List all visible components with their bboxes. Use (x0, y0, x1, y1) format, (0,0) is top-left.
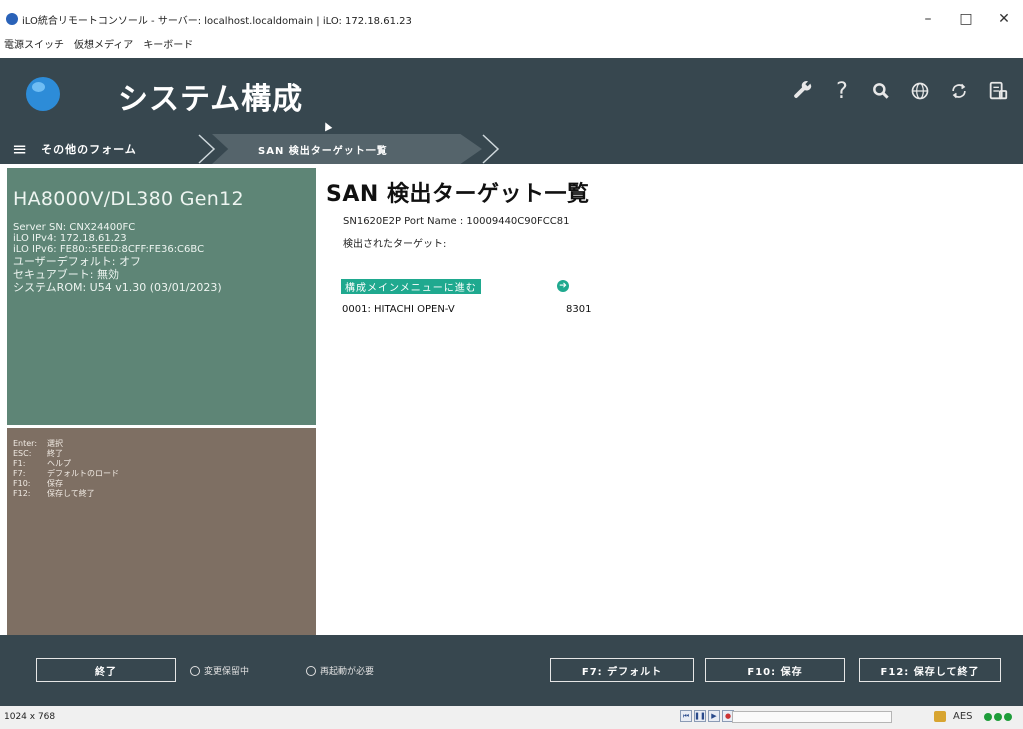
key-name: F10: (13, 479, 31, 488)
breadcrumb-end-chevron-icon (482, 134, 500, 164)
media-controls: ⏮ ❚❚ ▶ ● (680, 710, 734, 722)
mouse-pointer-icon (321, 120, 333, 132)
key-description: 終了 (47, 449, 63, 458)
close-button[interactable]: ✕ (985, 6, 1023, 32)
main-menu-link[interactable]: 構成メインメニューに進む (341, 279, 481, 294)
f7-default-button[interactable]: F7: デフォルト (550, 658, 694, 682)
main-content: SAN 検出ターゲット一覧 SN1620E2P Port Name : 1000… (316, 168, 1023, 635)
status-led-icon (1004, 713, 1012, 721)
help-icon[interactable]: ? (829, 78, 855, 104)
play-icon[interactable]: ▶ (708, 710, 720, 722)
status-leds (984, 713, 1012, 721)
pause-icon[interactable]: ❚❚ (694, 710, 706, 722)
key-name: F1: (13, 459, 26, 468)
status-bar: 1024 x 768 ⏮ ❚❚ ▶ ● AES (0, 706, 1023, 729)
window-title: iLO統合リモートコンソール - サーバー: localhost.localdo… (22, 15, 412, 27)
resolution-readout: 1024 x 768 (4, 712, 56, 722)
menubar: 電源スイッチ 仮想メディア キーボード (0, 32, 1023, 54)
window-controls: – □ ✕ (909, 6, 1023, 32)
key-name: F7: (13, 469, 26, 478)
key-help-row: F1: ヘルプ (13, 459, 316, 469)
form-title: SAN 検出ターゲット一覧 (326, 182, 590, 207)
detected-targets-label: 検出されたターゲット: (343, 239, 447, 250)
ilo-ipv4: iLO IPv4: 172.18.61.23 (13, 233, 127, 244)
changes-pending-indicator: 変更保留中 (190, 664, 249, 677)
refresh-icon[interactable] (946, 78, 972, 104)
wrench-icon[interactable] (790, 78, 816, 104)
key-description: 保存して終了 (47, 489, 95, 498)
ilo-logo-icon (6, 13, 18, 25)
user-default-status: ユーザーデフォルト: オフ (13, 255, 141, 268)
f12-save-exit-button[interactable]: F12: 保存して終了 (859, 658, 1001, 682)
breadcrumb-other-forms[interactable]: その他のフォーム (41, 141, 137, 157)
breadcrumb-current: SAN 検出ターゲット一覧 (212, 134, 482, 164)
brand-logo-icon (26, 77, 60, 111)
key-help-row: F12: 保存して終了 (13, 489, 316, 499)
changes-pending-label: 変更保留中 (204, 667, 250, 677)
key-description: 選択 (47, 439, 63, 448)
minimize-button[interactable]: – (909, 6, 947, 32)
arrow-right-icon[interactable]: ➔ (557, 280, 569, 292)
remote-console-window: iLO統合リモートコンソール - サーバー: localhost.localdo… (0, 0, 1023, 729)
ilo-ipv6: iLO IPv6: FE80::5EED:8CFF:FE36:C6BC (13, 244, 205, 255)
secure-boot-status: セキュアブート: 無効 (13, 268, 119, 281)
menu-keyboard[interactable]: キーボード (143, 36, 193, 51)
recording-progress-bar (732, 711, 892, 723)
port-name-info: SN1620E2P Port Name : 10009440C90FCC81 (343, 216, 570, 227)
exit-button[interactable]: 終了 (36, 658, 176, 682)
encryption-label: AES (953, 711, 973, 722)
key-name: Enter: (13, 439, 38, 448)
radio-circle-icon (190, 665, 200, 676)
key-help-row: F7: デフォルトのロード (13, 469, 316, 479)
key-name: ESC: (13, 449, 32, 458)
server-serial: Server SN: CNX24400FC (13, 222, 136, 233)
breadcrumb: ≡ その他のフォーム SAN 検出ターゲット一覧 (0, 134, 1023, 164)
breadcrumb-menu[interactable]: ≡ その他のフォーム (0, 134, 212, 164)
window-titlebar: iLO統合リモートコンソール - サーバー: localhost.localdo… (0, 6, 1023, 32)
key-description: 保存 (47, 479, 63, 488)
menu-virtual-media[interactable]: 仮想メディア (74, 36, 133, 51)
header-toolbar: ? (790, 78, 1011, 104)
status-led-icon (994, 713, 1002, 721)
log-icon[interactable] (985, 78, 1011, 104)
radio-circle-icon (306, 665, 316, 676)
menu-power-switch[interactable]: 電源スイッチ (4, 36, 64, 51)
lock-icon (934, 711, 946, 722)
key-description: デフォルトのロード (47, 469, 119, 478)
system-rom-version: システムROM: U54 v1.30 (03/01/2023) (13, 281, 222, 294)
globe-icon[interactable] (907, 78, 933, 104)
status-led-icon (984, 713, 992, 721)
target-value: 8301 (566, 304, 592, 315)
search-icon[interactable] (868, 78, 894, 104)
system-info-panel: HA8000V/DL380 Gen12 Server SN: CNX24400F… (7, 168, 316, 425)
rewind-icon[interactable]: ⏮ (680, 710, 692, 722)
key-help-row: F10: 保存 (13, 479, 316, 489)
f10-save-button[interactable]: F10: 保存 (705, 658, 845, 682)
maximize-button[interactable]: □ (947, 6, 985, 32)
key-name: F12: (13, 489, 31, 498)
app-header: システム構成 ? (0, 58, 1023, 134)
target-list-item[interactable]: 0001: HITACHI OPEN-V 8301 (342, 304, 591, 315)
key-help-row: ESC: 終了 (13, 449, 316, 459)
hamburger-icon[interactable]: ≡ (12, 139, 27, 160)
key-help-row: Enter: 選択 (13, 439, 316, 449)
server-model: HA8000V/DL380 Gen12 (13, 188, 244, 210)
reboot-required-indicator: 再起動が必要 (306, 664, 374, 677)
reboot-required-label: 再起動が必要 (320, 667, 375, 677)
key-description: ヘルプ (47, 459, 71, 468)
target-id: 0001: HITACHI OPEN-V (342, 304, 455, 315)
key-help-panel: Enter: 選択 ESC: 終了 F1: ヘルプ F7: デフォルトのロード F10:… (7, 428, 316, 635)
page-title: システム構成 (118, 82, 304, 117)
breadcrumb-chevron-icon (198, 134, 216, 164)
footer-bar: 終了 変更保留中 再起動が必要 F7: デフォルト F10: 保存 F12: 保… (0, 635, 1023, 706)
